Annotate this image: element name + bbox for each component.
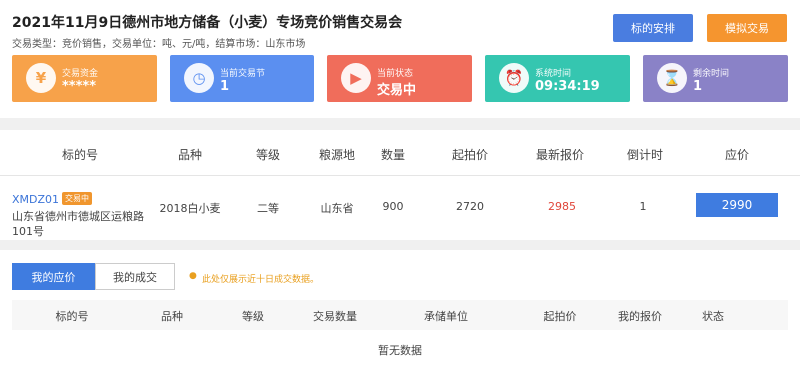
- tab-my-deals[interactable]: 我的成交: [95, 263, 175, 290]
- card-remaining-time: ⌛ 剩余时间 1: [643, 55, 788, 102]
- card-label: 交易资金: [62, 69, 99, 79]
- notice-icon: ●: [189, 271, 197, 281]
- column-header: 标的号: [61, 148, 99, 162]
- lot-table: 标的号 品种 等级 粮源地 数量 起拍价 最新报价 倒计时 应价 XMDZ01 …: [0, 130, 800, 240]
- card-value: 09:34:19: [535, 79, 600, 94]
- stopwatch-icon: ◷: [184, 63, 214, 93]
- card-value: *****: [62, 79, 96, 94]
- card-label: 剩余时间: [693, 69, 730, 79]
- card-value: 1: [693, 79, 703, 94]
- empty-state: 暂无数据: [378, 344, 422, 357]
- page-subtitle: 交易类型：竞价销售，交易单位：吨、元/吨，结算市场：山东市场: [12, 39, 306, 50]
- column-header: 状态: [702, 310, 724, 323]
- hourglass-icon: ⌛: [657, 63, 687, 93]
- column-header: 交易数量: [313, 310, 357, 323]
- column-header: 承储单位: [424, 310, 468, 323]
- column-header: 标的号: [55, 310, 89, 323]
- tab-my-bids[interactable]: 我的应价: [12, 263, 95, 290]
- column-header: 品种: [177, 148, 203, 162]
- play-icon: ▶: [341, 63, 371, 93]
- column-header: 我的报价: [618, 310, 662, 323]
- lot-quantity: 900: [382, 200, 404, 213]
- card-label: 当前交易节: [220, 69, 266, 79]
- column-header: 数量: [380, 148, 406, 162]
- card-label: 当前状态: [377, 69, 414, 79]
- column-header: 等级: [242, 310, 264, 323]
- lot-table-header: 标的号 品种 等级 粮源地 数量 起拍价 最新报价 倒计时 应价: [0, 130, 800, 176]
- card-current-status: ▶ 当前状态 交易中: [327, 55, 472, 102]
- simulate-trade-button[interactable]: 模拟交易: [707, 14, 787, 42]
- column-header: 倒计时: [626, 148, 664, 162]
- page-title: 2021年11月9日德州市地方储备（小麦）专场竞价销售交易会: [12, 15, 403, 31]
- column-header: 起拍价: [543, 310, 577, 323]
- status-badge: 交易中: [62, 192, 92, 205]
- card-trade-funds: ¥ 交易资金 *****: [12, 55, 157, 102]
- lot-grade: 二等: [257, 202, 279, 215]
- lot-start-price: 2720: [456, 200, 484, 213]
- lot-code-link[interactable]: XMDZ01: [12, 193, 59, 206]
- column-header: 应价: [724, 148, 750, 162]
- bid-price-button[interactable]: 2990: [696, 193, 778, 217]
- column-header: 最新报价: [535, 148, 585, 162]
- notice-text: 此处仅展示近十日成交数据。: [202, 275, 320, 285]
- column-header: 起拍价: [451, 148, 489, 162]
- lot-address: 山东省德州市德城区运粮路101号: [12, 210, 144, 238]
- my-bids-panel: 我的应价 我的成交 ● 此处仅展示近十日成交数据。 标的号 品种 等级 交易数量…: [0, 250, 800, 380]
- alarm-clock-icon: ⏰: [499, 63, 529, 93]
- card-system-time: ⏰ 系统时间 09:34:19: [485, 55, 630, 102]
- card-label: 系统时间: [535, 69, 572, 79]
- schedule-button[interactable]: 标的安排: [613, 14, 693, 42]
- lot-variety: 2018白小麦: [159, 202, 221, 215]
- card-current-session: ◷ 当前交易节 1: [170, 55, 314, 102]
- column-header: 品种: [161, 310, 183, 323]
- money-bag-icon: ¥: [26, 63, 56, 93]
- lot-latest-price: 2985: [548, 200, 576, 213]
- auction-header: 2021年11月9日德州市地方储备（小麦）专场竞价销售交易会 交易类型：竞价销售…: [0, 0, 800, 118]
- card-value: 1: [220, 79, 230, 94]
- column-header: 粮源地: [318, 148, 356, 162]
- column-header: 等级: [255, 148, 281, 162]
- card-value: 交易中: [377, 83, 417, 98]
- lot-origin: 山东省: [320, 202, 354, 215]
- lot-countdown: 1: [639, 200, 647, 213]
- bids-table-header: [12, 300, 788, 330]
